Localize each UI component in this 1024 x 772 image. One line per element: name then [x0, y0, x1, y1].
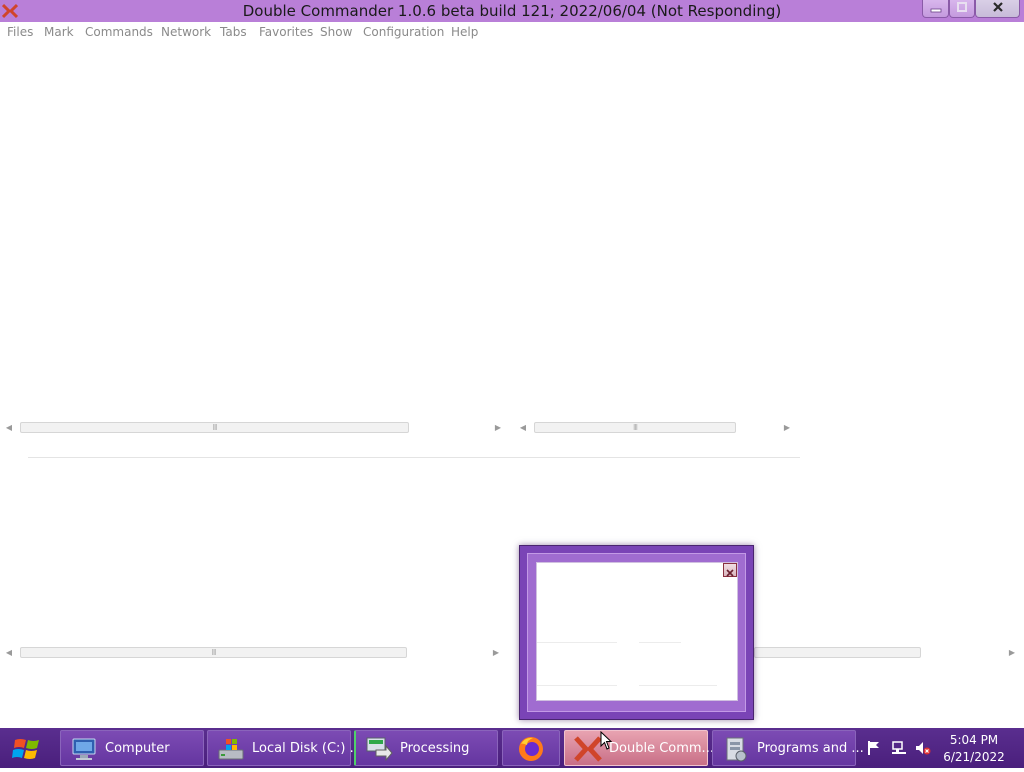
taskbar-label: Processing — [400, 741, 470, 756]
scroll-left-arrow-icon[interactable]: ◀ — [4, 646, 14, 659]
grip-icon: III — [632, 423, 638, 432]
taskbar-button-firefox[interactable] — [502, 730, 560, 766]
scroll-right-arrow-icon[interactable]: ▶ — [1007, 646, 1017, 659]
double-commander-icon — [574, 736, 602, 762]
dialog-line — [537, 685, 617, 686]
programs-icon — [726, 737, 747, 762]
scroll-thumb[interactable] — [754, 647, 921, 658]
right-panel-hscrollbar[interactable]: ◀ III ▶ — [518, 421, 794, 434]
title-bar: Double Commander 1.0.6 beta build 121; 2… — [0, 0, 1024, 22]
windows-logo-icon — [12, 739, 39, 759]
scroll-left-arrow-icon[interactable]: ◀ — [518, 421, 528, 434]
separator — [28, 457, 800, 458]
scroll-left-arrow-icon[interactable]: ◀ — [4, 421, 14, 434]
computer-icon — [72, 738, 96, 760]
local-disk-icon — [218, 739, 244, 760]
firefox-icon — [519, 737, 543, 761]
menu-configuration[interactable]: Configuration — [363, 25, 444, 39]
close-icon — [726, 569, 734, 577]
dialog-close-button[interactable] — [723, 563, 737, 577]
taskbar-button-local-disk[interactable]: Local Disk (C:) ... — [207, 730, 362, 766]
window-title: Double Commander 1.0.6 beta build 121; 2… — [242, 2, 782, 20]
close-button[interactable] — [975, 0, 1020, 18]
taskbar: Computer Local Disk (C:) ... Processing — [0, 728, 1024, 768]
menu-network[interactable]: Network — [161, 25, 211, 39]
grip-icon: III — [211, 648, 216, 657]
minimize-button[interactable] — [922, 0, 949, 18]
flag-icon[interactable] — [866, 740, 882, 756]
minimize-icon — [930, 8, 941, 13]
dialog-line — [639, 685, 717, 686]
dialog-window[interactable] — [519, 545, 754, 720]
maximize-icon — [957, 2, 967, 12]
volume-muted-icon[interactable] — [915, 740, 931, 756]
menu-files[interactable]: Files — [7, 25, 33, 39]
scroll-right-arrow-icon[interactable]: ▶ — [493, 421, 503, 434]
maximize-button[interactable] — [949, 0, 975, 18]
taskbar-button-computer[interactable]: Computer — [60, 730, 204, 766]
taskbar-label: Programs and ... — [757, 741, 864, 756]
menu-help[interactable]: Help — [451, 25, 478, 39]
menu-bar: Files Mark Commands Network Tabs Favorit… — [0, 22, 1024, 43]
network-icon[interactable] — [891, 740, 907, 756]
left-panel-hscrollbar[interactable]: ◀ III ▶ — [4, 646, 504, 659]
clock-time[interactable]: 5:04 PM — [936, 733, 1012, 747]
menu-show[interactable]: Show — [320, 25, 352, 39]
scroll-thumb[interactable]: III — [20, 422, 409, 433]
menu-favorites[interactable]: Favorites — [259, 25, 313, 39]
dialog-line — [639, 642, 681, 643]
menu-commands[interactable]: Commands — [85, 25, 153, 39]
scroll-right-arrow-icon[interactable]: ▶ — [782, 421, 792, 434]
start-button[interactable] — [0, 728, 56, 768]
scroll-thumb[interactable]: III — [20, 647, 407, 658]
menu-mark[interactable]: Mark — [44, 25, 74, 39]
dialog-line — [537, 642, 617, 643]
taskbar-label: Local Disk (C:) ... — [252, 741, 363, 756]
menu-tabs[interactable]: Tabs — [220, 25, 247, 39]
dialog-content — [536, 562, 738, 701]
scroll-right-arrow-icon[interactable]: ▶ — [491, 646, 501, 659]
taskbar-label: Computer — [105, 741, 170, 756]
clock-date[interactable]: 6/21/2022 — [936, 750, 1012, 764]
taskbar-label: Double Comm... — [609, 741, 714, 756]
taskbar-button-double-commander[interactable]: Double Comm... — [564, 730, 714, 766]
taskbar-button-programs[interactable]: Programs and ... — [712, 730, 864, 766]
scroll-thumb[interactable]: III — [534, 422, 736, 433]
mouse-cursor-icon — [600, 731, 612, 750]
taskbar-button-processing[interactable]: Processing — [354, 730, 498, 766]
right-panel-hscrollbar[interactable]: ▶ — [754, 646, 1020, 659]
processing-icon — [366, 737, 393, 762]
close-icon — [992, 2, 1003, 12]
dialog-frame — [527, 553, 746, 712]
left-panel-hscrollbar[interactable]: ◀ III ▶ — [4, 421, 506, 434]
grip-icon: III — [212, 423, 217, 432]
